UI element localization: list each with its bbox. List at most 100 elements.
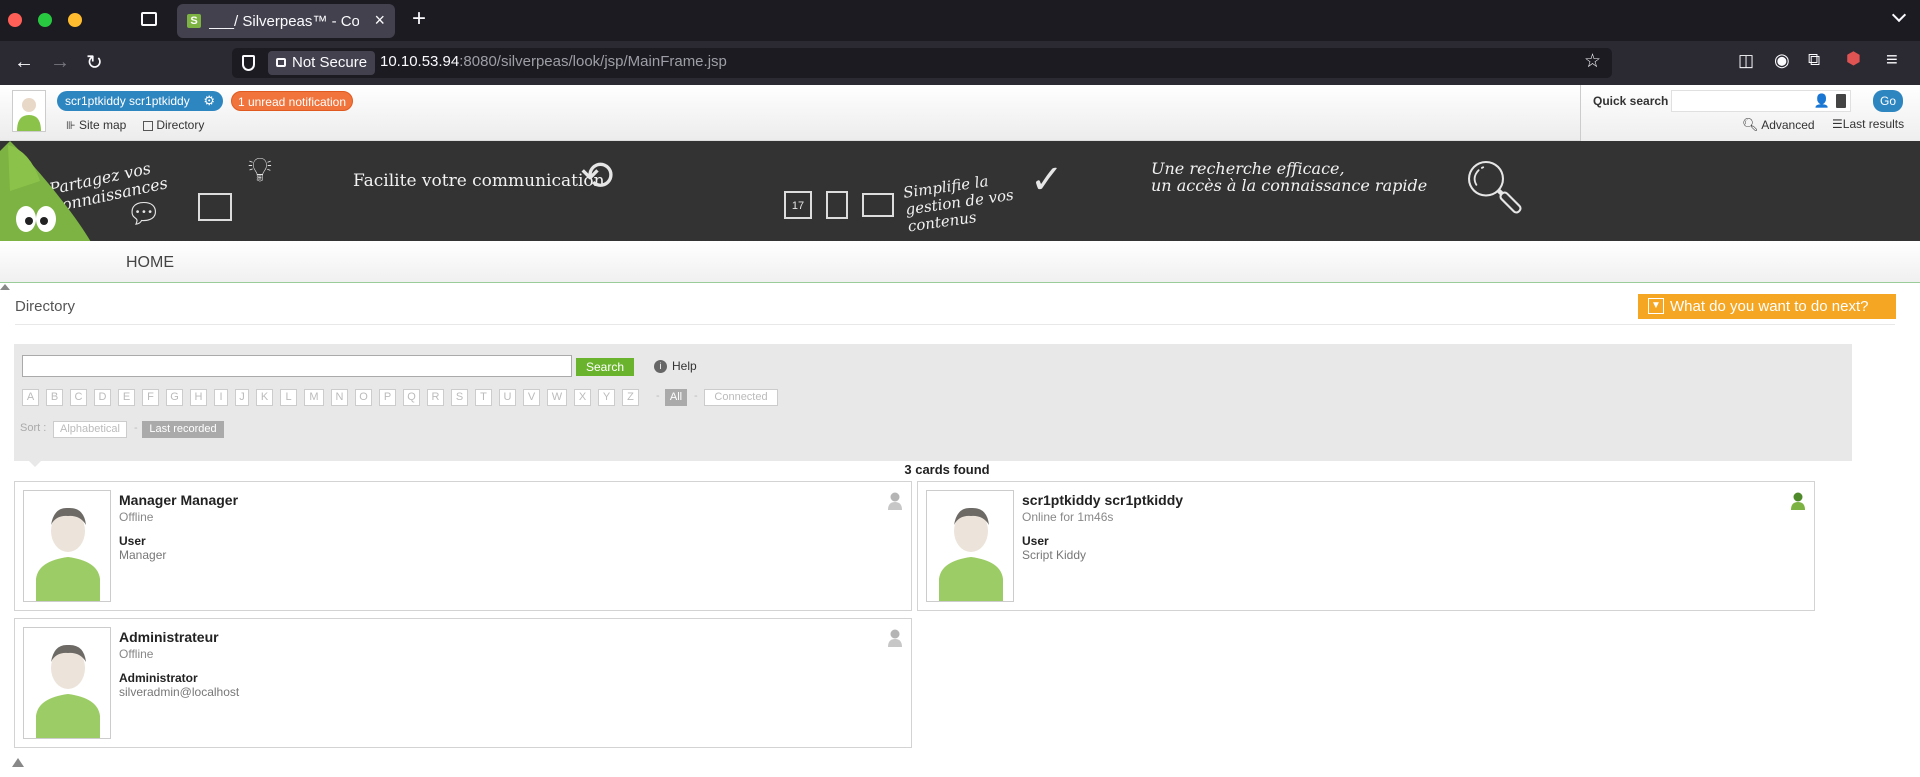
close-window-button[interactable] (8, 13, 22, 27)
next-action-menu-button[interactable]: ▼ What do you want to do next? (1638, 294, 1896, 319)
filter-letter-i[interactable]: I (214, 389, 228, 406)
user-name[interactable]: Administrateur (119, 629, 219, 645)
directory-search-input[interactable] (22, 355, 572, 377)
filter-letter-f[interactable]: F (142, 389, 159, 406)
filter-letter-x[interactable]: X (574, 389, 591, 406)
back-icon[interactable]: ← (14, 51, 34, 74)
sort-last-recorded-button[interactable]: Last recorded (142, 421, 224, 438)
filter-letter-v[interactable]: V (523, 389, 540, 406)
checkmark-icon: ✓ (1030, 158, 1064, 202)
offline-presence-icon[interactable] (887, 629, 903, 647)
scroll-top-icon[interactable] (12, 758, 24, 767)
minimize-window-button[interactable] (68, 13, 82, 27)
quick-search-input[interactable]: 👤 (1671, 90, 1851, 112)
not-secure-badge[interactable]: Not Secure (268, 51, 376, 75)
search-button[interactable]: Search (576, 358, 634, 376)
new-tab-button[interactable]: + (412, 5, 426, 33)
last-results-label: Last results (1842, 117, 1905, 131)
filter-connected-button[interactable]: Connected (704, 389, 778, 406)
forward-icon[interactable]: → (50, 51, 70, 74)
quick-search-panel: Quick search 👤 Go 🔍︎ Advanced ☰Last resu… (1580, 85, 1920, 141)
home-menu-item[interactable]: HOME (126, 254, 174, 272)
tab-list-chevron-icon[interactable] (1891, 7, 1907, 23)
banner-text-communication: Facilite votre communication (353, 171, 605, 191)
filter-letter-m[interactable]: M (304, 389, 324, 406)
extensions-icon[interactable]: ⧉ (1808, 50, 1820, 70)
magnifier-list-icon: 🔍︎ (1462, 159, 1529, 217)
user-avatar[interactable] (12, 90, 46, 132)
filter-letter-g[interactable]: G (166, 389, 183, 406)
tab-title: ___/ Silverpeas™ - Collaborative (209, 13, 359, 30)
quick-search-go-button[interactable]: Go (1873, 90, 1903, 112)
sort-alphabetical-button[interactable]: Alphabetical (53, 421, 127, 438)
user-role: Administrator (119, 671, 198, 685)
menu-hamburger-icon[interactable]: ≡ (1886, 49, 1898, 72)
quick-search-label: Quick search (1593, 94, 1669, 108)
pocket-icon[interactable]: ◫ (1738, 51, 1754, 71)
filter-letter-u[interactable]: U (499, 389, 516, 406)
tab-close-icon[interactable]: × (374, 10, 385, 31)
user-name[interactable]: Manager Manager (119, 492, 238, 508)
user-search-icon[interactable]: 👤 (1814, 93, 1830, 109)
filter-letter-d[interactable]: D (94, 389, 111, 406)
user-photo[interactable] (926, 490, 1014, 602)
user-photo[interactable] (23, 490, 111, 602)
collapse-header-icon[interactable] (0, 284, 10, 290)
advanced-search-link[interactable]: 🔍︎ Advanced (1742, 117, 1815, 133)
filter-letter-y[interactable]: Y (598, 389, 615, 406)
bookmark-star-icon[interactable]: ☆ (1584, 50, 1601, 73)
gear-icon[interactable]: ⚙ (203, 91, 215, 111)
user-role: User (119, 534, 146, 548)
browser-tab-bar: S ___/ Silverpeas™ - Collaborative × + (0, 0, 1920, 41)
filter-letter-t[interactable]: T (475, 389, 492, 406)
filter-letter-e[interactable]: E (118, 389, 135, 406)
filter-letter-q[interactable]: Q (403, 389, 420, 406)
calendar-icon: 17 (784, 191, 812, 219)
help-link[interactable]: i Help (654, 359, 697, 374)
offline-presence-icon[interactable] (887, 492, 903, 510)
user-card[interactable]: scr1ptkiddy scr1ptkiddy Online for 1m46s U… (917, 481, 1815, 611)
filter-letter-p[interactable]: P (379, 389, 396, 406)
filter-letter-l[interactable]: L (280, 389, 297, 406)
user-detail: Script Kiddy (1022, 548, 1087, 562)
silverpeas-banner: Partagez vos connaissances 💬︎ 💡︎ Facilit… (0, 141, 1920, 241)
shield-icon[interactable] (242, 55, 255, 71)
image-sketch-icon (198, 193, 232, 221)
filter-letter-b[interactable]: B (46, 389, 63, 406)
filter-letter-w[interactable]: W (547, 389, 567, 406)
title-divider (15, 324, 1895, 325)
site-map-link[interactable]: ⊪ Site map (66, 118, 126, 132)
not-secure-label: Not Secure (292, 54, 368, 71)
filter-letter-k[interactable]: K (256, 389, 273, 406)
filter-letter-s[interactable]: S (451, 389, 468, 406)
filter-letter-h[interactable]: H (190, 389, 207, 406)
online-presence-icon[interactable] (1790, 492, 1806, 510)
user-photo[interactable] (23, 627, 111, 739)
user-name[interactable]: scr1ptkiddy scr1ptkiddy (1022, 492, 1183, 508)
user-menu-button[interactable]: scr1ptkiddy scr1ptkiddy ⚙ (57, 91, 223, 111)
notification-badge[interactable]: 1 unread notification (231, 91, 353, 111)
last-results-link[interactable]: ☰Last results (1832, 117, 1904, 131)
tab-silverpeas[interactable]: S ___/ Silverpeas™ - Collaborative × (177, 4, 395, 38)
filter-all-button[interactable]: All (665, 389, 687, 406)
filter-letter-z[interactable]: Z (622, 389, 639, 406)
filter-letter-o[interactable]: O (355, 389, 372, 406)
extension-badge-icon[interactable]: ⬢ (1846, 49, 1861, 69)
maximize-window-button[interactable] (38, 13, 52, 27)
reload-icon[interactable]: ↻ (86, 50, 103, 75)
filter-letter-n[interactable]: N (331, 389, 348, 406)
account-icon[interactable]: ◉ (1774, 50, 1790, 71)
filter-letter-c[interactable]: C (70, 389, 87, 406)
url-text[interactable]: 10.10.53.94:8080/silverpeas/look/jsp/Mai… (380, 53, 727, 70)
filter-letter-r[interactable]: R (427, 389, 444, 406)
filter-letter-j[interactable]: J (235, 389, 249, 406)
avatar-person-icon (36, 507, 100, 601)
address-bar[interactable]: Not Secure 10.10.53.94:8080/silverpeas/l… (232, 48, 1612, 78)
tab-overview-icon[interactable] (141, 12, 157, 26)
user-card[interactable]: Manager Manager Offline User Manager (14, 481, 912, 611)
directory-icon (143, 120, 153, 131)
filter-letter-a[interactable]: A (22, 389, 39, 406)
directory-link[interactable]: Directory (143, 118, 204, 132)
pdc-search-icon[interactable] (1836, 94, 1846, 108)
user-card[interactable]: Administrateur Offline Administrator silver… (14, 618, 912, 748)
